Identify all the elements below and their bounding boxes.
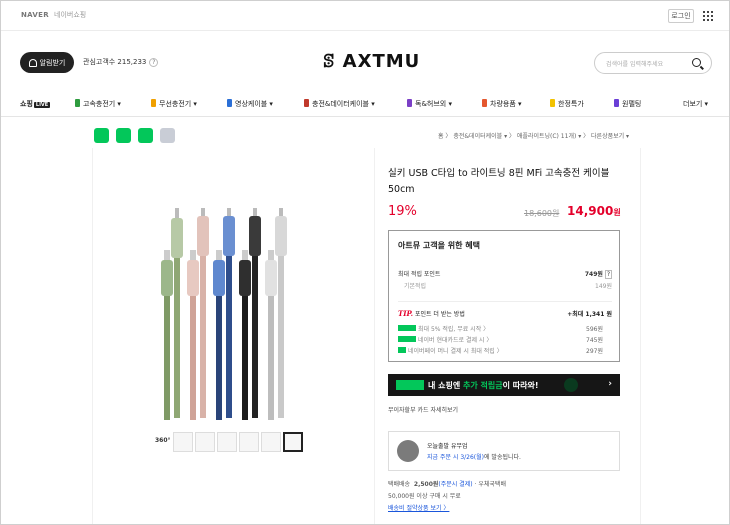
sparkle-icon: [550, 99, 555, 107]
bell-icon: [28, 58, 37, 67]
nav-more[interactable]: 더보기 ▾: [683, 99, 708, 109]
product-info: 실키 USB C타입 to 라이트닝 8핀 MFi 고속충전 케이블 50cm …: [388, 148, 641, 524]
npay-icon: [398, 347, 406, 353]
membership-banner[interactable]: 내 쇼핑엔 추가 적립금이 따라와! ›: [388, 374, 620, 396]
product-title: 실키 USB C타입 to 라이트닝 8핀 MFi 고속충전 케이블 50cm: [388, 168, 610, 195]
truck-icon: [397, 440, 419, 462]
shipping-saver-link[interactable]: 배송비 절약상품 보기 〉: [388, 503, 620, 512]
nav-wireless-charger[interactable]: 무선충전기 ▾: [151, 99, 197, 109]
benefit-box: 아트뮤 고객을 위한 혜택 최대 적립 포인트 749원 ? 기본적립 149원…: [388, 230, 620, 362]
alarm-button[interactable]: 알림받기: [20, 52, 74, 73]
thumbnail[interactable]: [195, 432, 215, 452]
category-nav: 쇼핑 LIVE 고속충전기 ▾ 무선충전기 ▾ 영상케이블 ▾ 충전&데이터케이블…: [1, 93, 729, 117]
delivery-detail: 지금 주문 시 3/26(월)에 발송됩니다.: [427, 454, 521, 461]
apps-grid-icon[interactable]: [703, 11, 713, 21]
base-points-row: 기본적립 149원: [404, 283, 612, 290]
naver-plus-badge-icon: [398, 325, 416, 331]
bookmark-icon[interactable]: [138, 128, 153, 143]
plus-icon: [614, 99, 619, 107]
installment-info[interactable]: 무이자할부 카드 자세히보기: [388, 405, 458, 414]
product-image[interactable]: [153, 208, 313, 423]
free-shipping-note: 50,000원 이상 구매 시 무료: [388, 493, 461, 500]
help-icon[interactable]: ?: [149, 57, 159, 67]
coin-icon: [564, 378, 578, 392]
nav-shopping-live[interactable]: 쇼핑 LIVE: [20, 99, 51, 109]
nav-limited-deal[interactable]: 한정특가: [550, 99, 584, 109]
nav-one-felting[interactable]: 원펠팅: [614, 99, 641, 109]
interest-count: 관심고객수 215,233 ?: [83, 57, 159, 67]
check-icon: [407, 99, 412, 107]
tip-row[interactable]: 네이버 현대카드로 결제 시 〉 745원: [398, 335, 603, 344]
thumbnail-selected[interactable]: [283, 432, 303, 452]
nav-dock-hub[interactable]: 독&허브외 ▾: [407, 99, 452, 109]
tip-text: 포인트 더 받는 방법: [414, 311, 465, 318]
product-gallery: 360°: [92, 148, 375, 524]
naver-plus-icon: [396, 380, 424, 390]
view-360-icon[interactable]: 360°: [155, 437, 171, 444]
tip-row[interactable]: 네이버페이 머니 결제 시 최대 적립 〉 297원: [398, 346, 603, 355]
search-input[interactable]: 검색어를 입력해주세요: [606, 59, 663, 68]
tip-badge: TIP.: [398, 309, 414, 318]
nav-car-goods[interactable]: 차량용품 ▾: [482, 99, 522, 109]
naver-logo[interactable]: NAVER: [21, 11, 49, 19]
discount-rate: 19%: [388, 204, 417, 219]
more-icon[interactable]: [160, 128, 175, 143]
delivery-box: 오늘출발 유무업 지금 주문 시 3/26(월)에 발송됩니다.: [388, 431, 620, 471]
shipping-fee: 택배배송 2,500원(주문시 결제) · 우체국택배: [388, 481, 506, 488]
original-price: 18,600원: [524, 209, 560, 218]
thumbnail[interactable]: [217, 432, 237, 452]
talk-icon[interactable]: [94, 128, 109, 143]
charger-icon: [75, 99, 80, 107]
naver-plus-badge-icon: [398, 336, 416, 342]
thumbnail[interactable]: [173, 432, 193, 452]
search-box[interactable]: 검색어를 입력해주세요: [594, 52, 712, 74]
search-icon[interactable]: [692, 58, 701, 67]
alarm-label: 알림받기: [39, 58, 66, 67]
chevron-right-icon: ›: [608, 379, 612, 389]
interest-label: 관심고객수 215,233: [83, 58, 147, 66]
tip-row[interactable]: 최대 5% 적립, 무료 시작 〉 596원: [398, 324, 603, 333]
sale-price: 14,900원: [567, 204, 621, 218]
nav-video-cable[interactable]: 영상케이블 ▾: [227, 99, 273, 109]
thumbnail[interactable]: [239, 432, 259, 452]
tip-max: +최대 1,341 원: [567, 311, 612, 318]
delivery-title: 오늘출발 유무업: [427, 443, 468, 450]
benefit-title: 아트뮤 고객을 위한 혜택: [398, 241, 480, 250]
car-icon: [482, 99, 487, 107]
monitor-icon: [227, 99, 232, 107]
thumbnail[interactable]: [261, 432, 281, 452]
breadcrumb[interactable]: 홈 〉 충전&데이터케이블 ▾ 〉 애플라이트닝(C) 11개) ▾ 〉 다른상…: [438, 131, 629, 140]
bolt-icon: [151, 99, 156, 107]
cart-icon[interactable]: [116, 128, 131, 143]
cable-icon: [304, 99, 309, 107]
thumbnail-strip: [173, 432, 303, 452]
login-button[interactable]: 로그인: [668, 9, 694, 23]
top-bar: NAVER 네이버쇼핑 로그인: [1, 1, 729, 31]
nav-fast-charger[interactable]: 고속충전기 ▾: [75, 99, 121, 109]
naver-shopping-link[interactable]: 네이버쇼핑: [54, 10, 86, 20]
nav-data-cable[interactable]: 충전&데이터케이블 ▾: [304, 99, 375, 109]
max-points-row: 최대 적립 포인트 749원 ?: [398, 270, 612, 279]
store-logo[interactable]: ꕷ AXTMU: [323, 51, 420, 72]
